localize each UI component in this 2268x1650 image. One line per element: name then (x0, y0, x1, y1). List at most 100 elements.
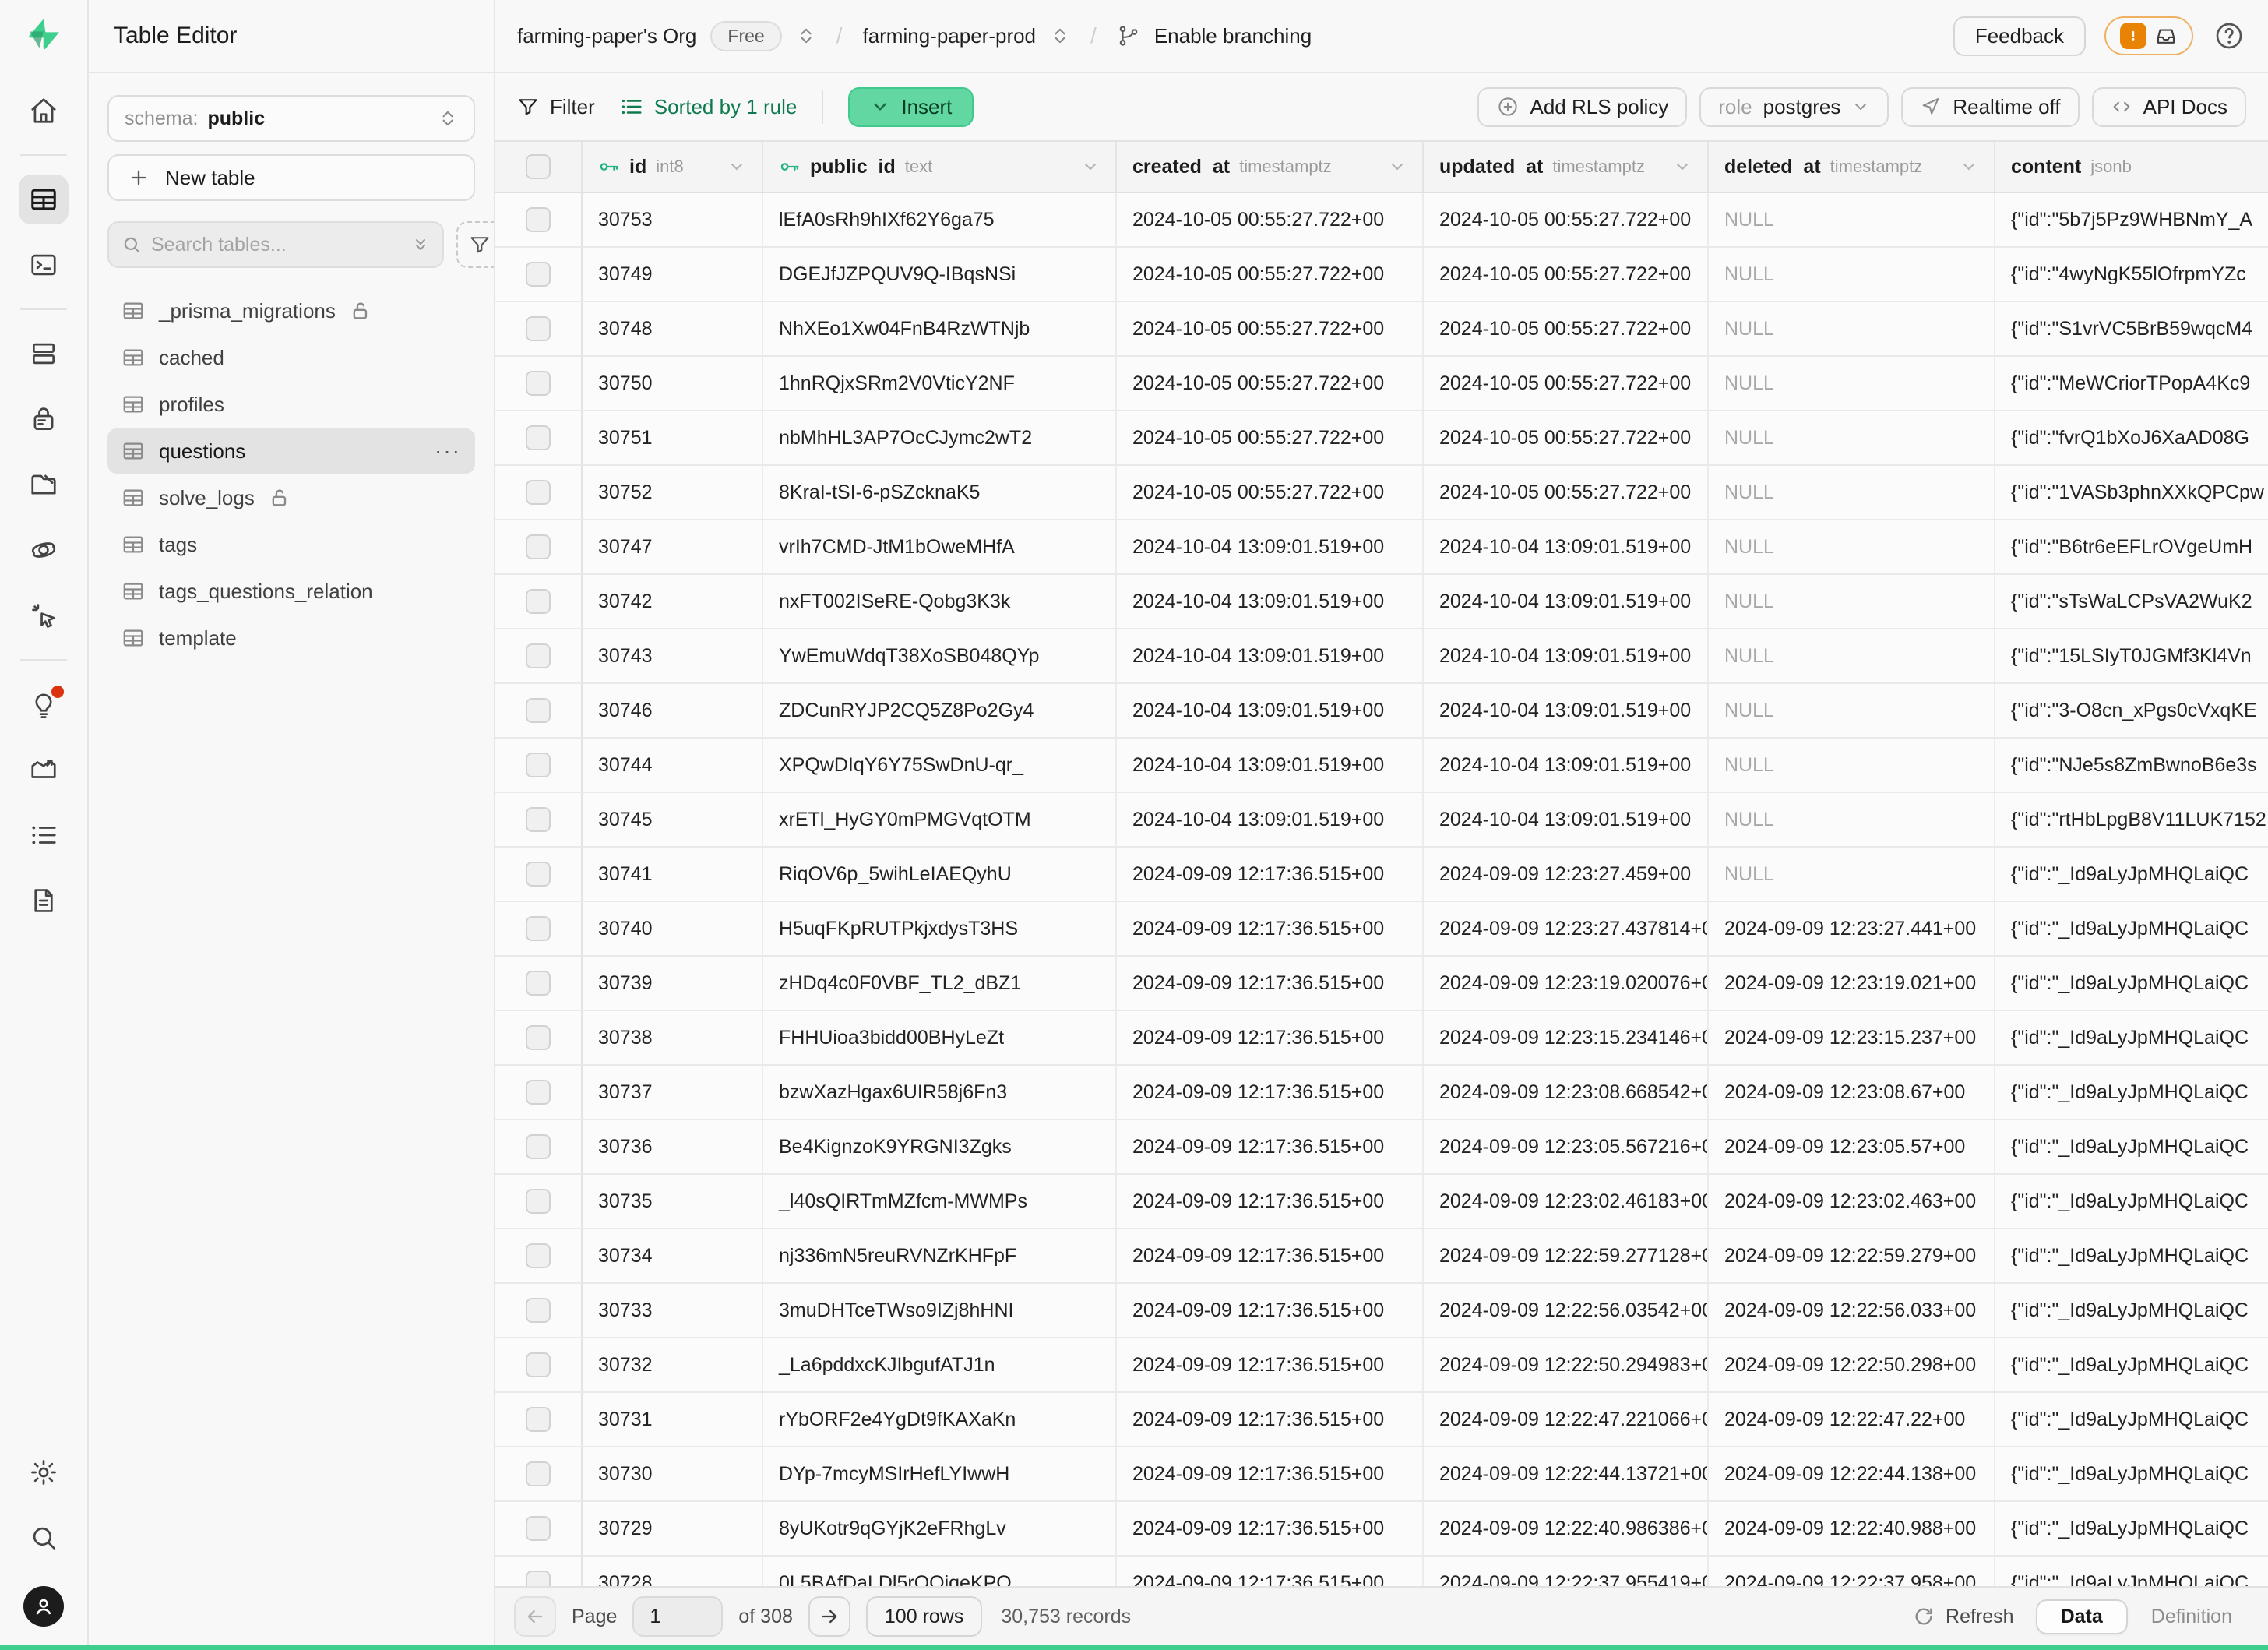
nav-logs-icon[interactable] (19, 810, 69, 860)
cell-id[interactable]: 30729 (583, 1502, 763, 1555)
cell-content[interactable]: {"id":"_Id9aLyJpMHQLaiQC (1995, 1066, 2268, 1119)
row-checkbox[interactable] (526, 1243, 551, 1268)
sidebar-table-tags_questions_relation[interactable]: tags_questions_relation (107, 569, 475, 614)
sidebar-table-template[interactable]: template (107, 615, 475, 661)
row-checkbox[interactable] (526, 698, 551, 723)
cell-created_at[interactable]: 2024-10-05 00:55:27.722+00 (1117, 248, 1424, 301)
cell-public_id[interactable]: H5uqFKpRUTPkjxdysT3HS (763, 902, 1117, 955)
cell-content[interactable]: {"id":"_Id9aLyJpMHQLaiQC (1995, 902, 2268, 955)
row-checkbox[interactable] (526, 916, 551, 941)
cell-id[interactable]: 30748 (583, 302, 763, 355)
cell-deleted_at[interactable]: 2024-09-09 12:22:59.279+00 (1709, 1229, 1995, 1282)
row-checkbox[interactable] (526, 1134, 551, 1159)
row-checkbox[interactable] (526, 262, 551, 287)
cell-id[interactable]: 30740 (583, 902, 763, 955)
cell-created_at[interactable]: 2024-10-05 00:55:27.722+00 (1117, 193, 1424, 246)
cell-content[interactable]: {"id":"4wyNgK55lOfrpmYZc (1995, 248, 2268, 301)
cell-content[interactable]: {"id":"_Id9aLyJpMHQLaiQC (1995, 957, 2268, 1010)
cell-id[interactable]: 30737 (583, 1066, 763, 1119)
cell-deleted_at[interactable]: 2024-09-09 12:22:56.033+00 (1709, 1284, 1995, 1337)
cell-created_at[interactable]: 2024-10-04 13:09:01.519+00 (1117, 575, 1424, 628)
cell-id[interactable]: 30732 (583, 1338, 763, 1391)
cell-id[interactable]: 30752 (583, 466, 763, 519)
org-plan-badge[interactable]: Free (710, 21, 781, 51)
cell-created_at[interactable]: 2024-09-09 12:17:36.515+00 (1117, 1120, 1424, 1173)
cell-created_at[interactable]: 2024-09-09 12:17:36.515+00 (1117, 1011, 1424, 1064)
search-tables-field[interactable] (107, 221, 444, 268)
enable-branching-button[interactable]: Enable branching (1154, 24, 1312, 48)
cell-content[interactable]: {"id":"_Id9aLyJpMHQLaiQC (1995, 848, 2268, 901)
cell-created_at[interactable]: 2024-10-04 13:09:01.519+00 (1117, 629, 1424, 682)
realtime-toggle-button[interactable]: Realtime off (1901, 87, 2079, 127)
cell-deleted_at[interactable]: NULL (1709, 302, 1995, 355)
chevron-down-icon[interactable] (1673, 157, 1692, 176)
cell-content[interactable]: {"id":"_Id9aLyJpMHQLaiQC (1995, 1011, 2268, 1064)
nav-advisors-icon[interactable] (19, 591, 69, 640)
cell-public_id[interactable]: 8yUKotr9qGYjK2eFRhgLv (763, 1502, 1117, 1555)
cell-updated_at[interactable]: 2024-10-04 13:09:01.519+00 (1424, 684, 1709, 737)
cell-content[interactable]: {"id":"_Id9aLyJpMHQLaiQC (1995, 1175, 2268, 1228)
row-checkbox[interactable] (526, 425, 551, 450)
chevrons-up-down-icon[interactable] (796, 26, 816, 46)
cell-deleted_at[interactable]: NULL (1709, 739, 1995, 792)
cell-id[interactable]: 30745 (583, 793, 763, 846)
cell-deleted_at[interactable]: NULL (1709, 684, 1995, 737)
sidebar-table-profiles[interactable]: profiles (107, 382, 475, 427)
cell-public_id[interactable]: 1hnRQjxSRm2V0VticY2NF (763, 357, 1117, 410)
breadcrumb-org[interactable]: farming-paper's Org (517, 24, 696, 48)
cell-public_id[interactable]: zHDq4c0F0VBF_TL2_dBZ1 (763, 957, 1117, 1010)
cell-public_id[interactable]: 3muDHTceTWso9IZj8hHNI (763, 1284, 1117, 1337)
cell-updated_at[interactable]: 2024-10-05 00:55:27.722+00 (1424, 357, 1709, 410)
chevron-down-icon[interactable] (1081, 157, 1100, 176)
cell-created_at[interactable]: 2024-09-09 12:17:36.515+00 (1117, 957, 1424, 1010)
nav-home-icon[interactable] (19, 86, 69, 136)
column-header-id[interactable]: idint8 (583, 142, 763, 192)
cell-id[interactable]: 30736 (583, 1120, 763, 1173)
cell-content[interactable]: {"id":"5b7j5Pz9WHBNmY_A (1995, 193, 2268, 246)
cell-updated_at[interactable]: 2024-09-09 12:22:50.294983+00 (1424, 1338, 1709, 1391)
row-checkbox[interactable] (526, 589, 551, 614)
cell-updated_at[interactable]: 2024-09-09 12:23:08.668542+00 (1424, 1066, 1709, 1119)
cell-public_id[interactable]: FHHUioa3bidd00BHyLeZt (763, 1011, 1117, 1064)
cell-updated_at[interactable]: 2024-10-04 13:09:01.519+00 (1424, 520, 1709, 573)
cell-id[interactable]: 30743 (583, 629, 763, 682)
cell-deleted_at[interactable]: 2024-09-09 12:23:02.463+00 (1709, 1175, 1995, 1228)
row-checkbox[interactable] (526, 753, 551, 777)
nav-api-docs-icon[interactable] (19, 876, 69, 925)
row-checkbox[interactable] (526, 207, 551, 232)
cell-created_at[interactable]: 2024-09-09 12:17:36.515+00 (1117, 1175, 1424, 1228)
cell-updated_at[interactable]: 2024-10-04 13:09:01.519+00 (1424, 793, 1709, 846)
cell-content[interactable]: {"id":"_Id9aLyJpMHQLaiQC (1995, 1502, 2268, 1555)
schema-select[interactable]: schema: public (107, 95, 475, 142)
row-checkbox[interactable] (526, 316, 551, 341)
nav-database-icon[interactable] (19, 329, 69, 379)
cell-updated_at[interactable]: 2024-09-09 12:23:15.234146+00 (1424, 1011, 1709, 1064)
cell-id[interactable]: 30742 (583, 575, 763, 628)
column-header-updated_at[interactable]: updated_attimestamptz (1424, 142, 1709, 192)
cell-content[interactable]: {"id":"B6tr6eEFLrOVgeUmH (1995, 520, 2268, 573)
cell-content[interactable]: {"id":"1VASb3phnXXkQPCpw (1995, 466, 2268, 519)
insert-button[interactable]: Insert (848, 87, 974, 127)
sidebar-table-_prisma_migrations[interactable]: _prisma_migrations (107, 288, 475, 333)
column-header-content[interactable]: contentjsonb (1995, 142, 2268, 192)
cell-id[interactable]: 30753 (583, 193, 763, 246)
nav-reports-icon[interactable] (19, 745, 69, 795)
column-header-created_at[interactable]: created_attimestamptz (1117, 142, 1424, 192)
add-rls-policy-button[interactable]: Add RLS policy (1477, 87, 1688, 127)
cell-updated_at[interactable]: 2024-09-09 12:23:27.437814+00 (1424, 902, 1709, 955)
chevron-down-icon[interactable] (727, 157, 746, 176)
cell-public_id[interactable]: 8KraI-tSI-6-pSZcknaK5 (763, 466, 1117, 519)
cell-content[interactable]: {"id":"NJe5s8ZmBwnoB6e3s (1995, 739, 2268, 792)
refresh-button[interactable]: Refresh (1913, 1606, 2014, 1628)
cell-public_id[interactable]: _l40sQIRTmMZfcm-MWMPs (763, 1175, 1117, 1228)
cell-public_id[interactable]: NhXEo1Xw04FnB4RzWTNjb (763, 302, 1117, 355)
cell-deleted_at[interactable]: NULL (1709, 357, 1995, 410)
cell-id[interactable]: 30746 (583, 684, 763, 737)
cell-public_id[interactable]: 0L5BAfDaLDl5rQOiqeKPO (763, 1557, 1117, 1586)
cell-updated_at[interactable]: 2024-09-09 12:22:44.13721+00 (1424, 1447, 1709, 1500)
cell-id[interactable]: 30744 (583, 739, 763, 792)
sidebar-table-questions[interactable]: questions··· (107, 428, 475, 474)
row-checkbox[interactable] (526, 1571, 551, 1586)
cell-public_id[interactable]: lEfA0sRh9hIXf62Y6ga75 (763, 193, 1117, 246)
cell-created_at[interactable]: 2024-10-04 13:09:01.519+00 (1117, 739, 1424, 792)
